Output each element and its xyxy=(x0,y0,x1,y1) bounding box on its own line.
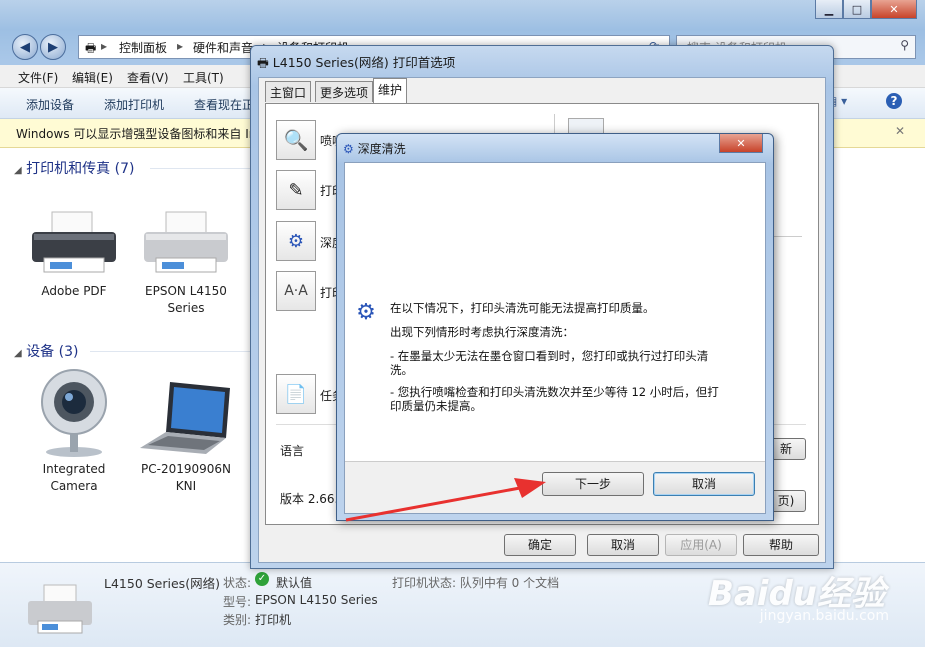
ink-gear-icon: ⚙ xyxy=(287,230,305,252)
details-category-value: 打印机 xyxy=(255,613,292,627)
group-divider xyxy=(150,168,250,169)
device-label: Adobe PDF xyxy=(41,284,107,298)
watermark-url: jingyan.baidu.com xyxy=(759,608,889,624)
dialog-close-button[interactable]: ✕ xyxy=(719,134,763,153)
details-name: L4150 Series(网络) xyxy=(104,576,220,591)
arrow-right-icon: ▶ xyxy=(48,39,58,55)
tab-maintenance[interactable]: 维护 xyxy=(373,78,408,103)
dialog-title: 深度清洗 xyxy=(357,142,406,156)
prefs-titlebar: 🖶 L4150 Series(网络) 打印首选项 xyxy=(257,52,455,75)
device-item[interactable]: Adobe PDF xyxy=(24,208,124,318)
window-caption-buttons: ▁ □ ✕ xyxy=(815,0,917,20)
collapse-triangle-icon: ◢ xyxy=(14,348,22,359)
power-cleaning-button[interactable]: ⚙ xyxy=(276,221,316,261)
printer-icon: 🖶 xyxy=(257,55,269,70)
search-icon: ⚲ xyxy=(900,38,909,52)
add-device-button[interactable]: 添加设备 xyxy=(26,96,74,113)
device-label: PC-20190906N KNI xyxy=(141,462,231,493)
minimize-button[interactable]: ▁ xyxy=(815,0,843,19)
prefs-title: L4150 Series(网络) 打印首选项 xyxy=(272,55,456,70)
dialog-panel: ⚙ 在以下情况下，打印头清洗可能无法提高打印质量。 出现下列情形时考虑执行深度清… xyxy=(345,163,765,462)
details-status-label: 状态: xyxy=(223,576,252,590)
check-icon: ✓ xyxy=(255,572,269,586)
dialog-text-bullet1: - 在墨量太少无法在墨仓窗口看到时，您打印或执行过打印头清洗。 xyxy=(390,349,709,377)
arrow-left-icon: ◀ xyxy=(20,39,30,55)
head-alignment-button[interactable]: A·A xyxy=(276,271,316,311)
details-status-value: 默认值 xyxy=(276,576,313,590)
menu-view[interactable]: 查看(V) xyxy=(127,69,169,86)
ok-button[interactable]: 确定 xyxy=(504,534,576,556)
device-label: Integrated Camera xyxy=(42,462,106,493)
dialog-text-line1: 在以下情况下，打印头清洗可能无法提高打印质量。 xyxy=(390,301,655,315)
forward-button[interactable]: ▶ xyxy=(40,34,66,60)
printer-icon xyxy=(28,584,92,634)
webcam-icon xyxy=(41,369,107,457)
help-button[interactable]: 帮助 xyxy=(743,534,819,556)
menu-file[interactable]: 文件(F) xyxy=(18,69,58,86)
head-cleaning-button[interactable]: ✎ xyxy=(276,170,316,210)
menu-edit[interactable]: 编辑(E) xyxy=(72,69,113,86)
next-button[interactable]: 下一步 xyxy=(542,472,644,496)
device-item[interactable]: EPSON L4150 Series xyxy=(136,208,236,318)
dialog-cancel-button[interactable]: 取消 xyxy=(653,472,755,496)
cancel-button[interactable]: 取消 xyxy=(587,534,659,556)
menu-tools[interactable]: 工具(T) xyxy=(183,69,224,86)
tab-main[interactable]: 主窗口 xyxy=(265,81,312,102)
help-icon[interactable]: ? xyxy=(886,93,902,109)
printer-icon xyxy=(32,211,116,273)
job-arranger-button[interactable]: 📄 xyxy=(276,374,316,414)
device-label: EPSON L4150 Series xyxy=(145,284,227,315)
version-label: 版本 2.66. xyxy=(280,492,339,506)
maximize-button[interactable]: □ xyxy=(843,0,871,19)
language-label: 语言 xyxy=(280,444,305,458)
details-model-label: 型号: xyxy=(223,595,252,609)
device-item[interactable]: PC-20190906N KNI xyxy=(136,378,236,506)
group-header-printers[interactable]: ◢ 打印机和传真 (7) xyxy=(14,158,134,178)
collapse-triangle-icon: ◢ xyxy=(14,165,22,176)
group-header-devices[interactable]: ◢ 设备 (3) xyxy=(14,341,78,361)
ink-gear-icon: ⚙ xyxy=(343,142,354,156)
group-divider xyxy=(90,351,250,352)
breadcrumb-item[interactable]: 硬件和声音 xyxy=(193,39,253,56)
chevron-right-icon: ▸ xyxy=(101,39,108,53)
details-printer-status: 打印机状态: 队列中有 0 个文档 xyxy=(392,576,560,590)
details-category-label: 类别: xyxy=(223,613,252,627)
group-title: 打印机和传真 (7) xyxy=(26,161,135,177)
documents-icon: 📄 xyxy=(284,383,308,405)
brush-icon: ✎ xyxy=(288,179,304,201)
dialog-titlebar: ⚙ 深度清洗 xyxy=(343,140,406,157)
dialog-text-bullet2: - 您执行喷嘴检查和打印头清洗数次并至少等待 12 小时后，但打印质量仍未提高。 xyxy=(390,385,719,413)
apply-button[interactable]: 应用(A) xyxy=(665,534,737,556)
group-title: 设备 (3) xyxy=(26,344,79,360)
device-item[interactable]: Integrated Camera xyxy=(24,366,124,506)
tab-more-options[interactable]: 更多选项 xyxy=(315,81,374,102)
details-model-value: EPSON L4150 Series xyxy=(255,593,378,607)
close-icon[interactable]: ✕ xyxy=(895,124,905,138)
printer-folder-icon: 🖶 xyxy=(85,41,97,55)
dialog-body: ⚙ 在以下情况下，打印头清洗可能无法提高打印质量。 出现下列情形时考虑执行深度清… xyxy=(344,162,766,514)
nozzle-check-button[interactable]: 🔍 xyxy=(276,120,316,160)
laptop-icon xyxy=(140,382,230,454)
dialog-text-line2: 出现下列情形时考虑执行深度清洗： xyxy=(390,325,574,339)
alignment-icon: A·A xyxy=(284,283,308,299)
power-cleaning-dialog: ⚙ 深度清洗 ✕ ⚙ 在以下情况下，打印头清洗可能无法提高打印质量。 出现下列情… xyxy=(336,133,774,521)
back-button[interactable]: ◀ xyxy=(12,34,38,60)
power-cleaning-icon: ⚙ xyxy=(356,299,376,325)
breadcrumb-item[interactable]: 控制面板 xyxy=(119,39,167,56)
add-printer-button[interactable]: 添加打印机 xyxy=(104,96,164,113)
chevron-right-icon: ▸ xyxy=(177,39,184,53)
close-button[interactable]: ✕ xyxy=(871,0,917,19)
printer-icon xyxy=(144,211,228,273)
close-icon: ✕ xyxy=(736,136,746,150)
magnifier-icon: 🔍 xyxy=(283,128,309,152)
